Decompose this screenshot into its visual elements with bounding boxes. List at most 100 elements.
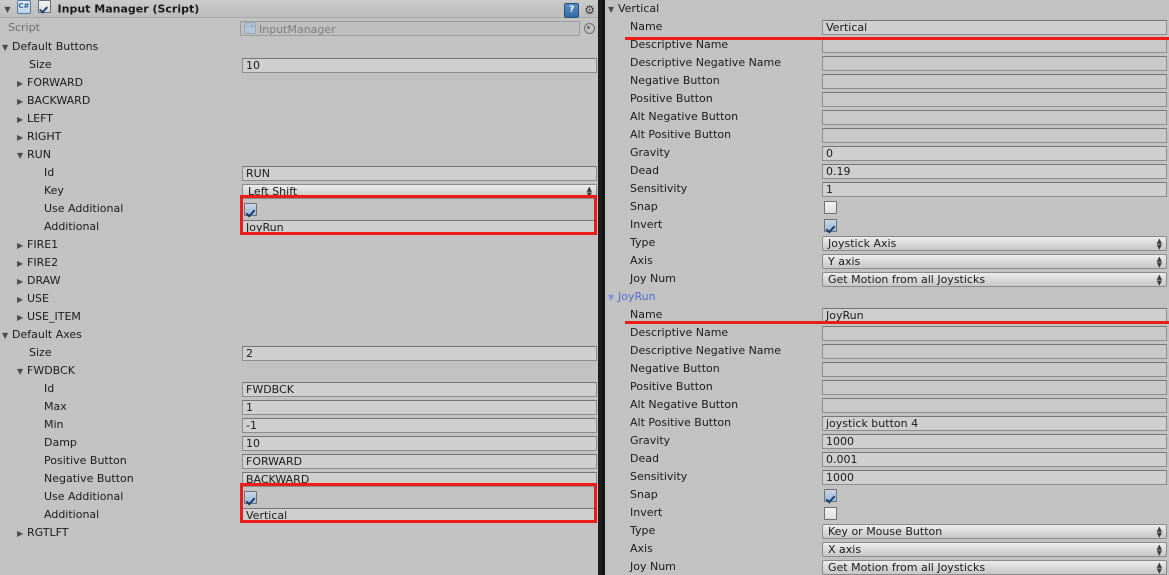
- chevron-down-icon[interactable]: [608, 1, 618, 19]
- fwdbck-id-field[interactable]: FWDBCK: [242, 382, 597, 397]
- chevron-down-icon[interactable]: [17, 147, 27, 165]
- run-additional-field[interactable]: JoyRun: [242, 220, 597, 235]
- chevron-right-icon[interactable]: [17, 93, 27, 111]
- chevron-updown-icon: ▲ ▼: [1156, 237, 1162, 251]
- chevron-right-icon[interactable]: [17, 291, 27, 309]
- joyrun-name-field[interactable]: JoyRun: [822, 308, 1167, 323]
- chevron-right-icon[interactable]: [17, 255, 27, 273]
- joyrun-joy-num-dropdown[interactable]: Get Motion from all Joysticks ▲ ▼: [822, 560, 1167, 575]
- gear-icon[interactable]: ⚙: [584, 4, 595, 16]
- component-header[interactable]: ▼ Input Manager (Script) ⚙: [0, 0, 598, 18]
- axis-section-name: Vertical: [618, 2, 660, 15]
- button-item-forward[interactable]: FORWARD: [0, 74, 598, 92]
- joyrun-alt-negative-button-label: Alt Negative Button: [630, 398, 739, 411]
- fwdbck-max-field[interactable]: 1: [242, 400, 597, 415]
- joyrun-alt-positive-button-field[interactable]: joystick button 4: [822, 416, 1167, 431]
- default-axes-size-row: Size 2: [0, 344, 598, 362]
- chevron-right-icon[interactable]: [17, 525, 27, 543]
- joyrun-axis-dropdown[interactable]: X axis ▲ ▼: [822, 542, 1167, 557]
- vertical-descriptive-negative-name-label: Descriptive Negative Name: [630, 56, 782, 69]
- joyrun-type-dropdown[interactable]: Key or Mouse Button ▲ ▼: [822, 524, 1167, 539]
- component-foldout-icon[interactable]: ▼: [2, 1, 13, 18]
- vertical-negative-button-field[interactable]: [822, 74, 1167, 89]
- vertical-descriptive-negative-name-field[interactable]: [822, 56, 1167, 71]
- default-buttons-foldout[interactable]: Default Buttons: [0, 38, 598, 56]
- joyrun-gravity-field[interactable]: 1000: [822, 434, 1167, 449]
- run-use-additional-checkbox[interactable]: [244, 203, 257, 216]
- joyrun-alt-negative-button-field[interactable]: [822, 398, 1167, 413]
- button-item-right[interactable]: RIGHT: [0, 128, 598, 146]
- vertical-snap-checkbox[interactable]: [824, 201, 837, 214]
- vertical-type-dropdown[interactable]: Joystick Axis ▲ ▼: [822, 236, 1167, 251]
- size-field[interactable]: 10: [242, 58, 597, 73]
- fwdbck-use-additional-checkbox[interactable]: [244, 491, 257, 504]
- button-item-run[interactable]: RUN: [0, 146, 598, 164]
- joyrun-sensitivity-field[interactable]: 1000: [822, 470, 1167, 485]
- vertical-alt-positive-button-field[interactable]: [822, 128, 1167, 143]
- fwdbck-damp-field[interactable]: 10: [242, 436, 597, 451]
- joyrun-descriptive-name-field[interactable]: [822, 326, 1167, 341]
- joyrun-name-label: Name: [630, 308, 663, 321]
- axes-size-field[interactable]: 2: [242, 346, 597, 361]
- chevron-down-icon[interactable]: [608, 289, 618, 307]
- button-item-use-item[interactable]: USE_ITEM: [0, 308, 598, 326]
- fwdbck-min-field[interactable]: -1: [242, 418, 597, 433]
- fwdbck-additional-row: Additional Vertical: [0, 506, 598, 524]
- vertical-positive-button-field[interactable]: [822, 92, 1167, 107]
- vertical-axis-dropdown[interactable]: Y axis ▲ ▼: [822, 254, 1167, 269]
- button-item-fire1[interactable]: FIRE1: [0, 236, 598, 254]
- chevron-right-icon[interactable]: [17, 273, 27, 291]
- chevron-right-icon[interactable]: [17, 75, 27, 93]
- vertical-sensitivity-field[interactable]: 1: [822, 182, 1167, 197]
- vertical-alt-negative-button-field[interactable]: [822, 110, 1167, 125]
- vertical-invert-checkbox[interactable]: [824, 219, 837, 232]
- component-enabled-checkbox[interactable]: [37, 0, 51, 13]
- joyrun-snap-label: Snap: [630, 488, 658, 501]
- fwdbck-additional-field[interactable]: Vertical: [242, 508, 597, 523]
- chevron-down-icon[interactable]: [2, 39, 12, 57]
- joyrun-dead-field[interactable]: 0.001: [822, 452, 1167, 467]
- script-object-field[interactable]: InputManager: [240, 21, 580, 36]
- chevron-right-icon[interactable]: [17, 111, 27, 129]
- chevron-down-icon[interactable]: [2, 327, 12, 345]
- chevron-right-icon[interactable]: [17, 309, 27, 327]
- vertical-descriptive-name-field[interactable]: [822, 38, 1167, 53]
- axis-section-vertical[interactable]: Vertical: [602, 0, 1169, 18]
- object-picker-icon[interactable]: [584, 23, 595, 34]
- vertical-descriptive-name-label: Descriptive Name: [630, 38, 729, 51]
- button-item-draw[interactable]: DRAW: [0, 272, 598, 290]
- fwdbck-positive-button-field[interactable]: FORWARD: [242, 454, 597, 469]
- joyrun-snap-checkbox[interactable]: [824, 489, 837, 502]
- vertical-axis-label: Axis: [630, 254, 653, 267]
- chevron-right-icon[interactable]: [17, 237, 27, 255]
- default-axes-foldout[interactable]: Default Axes: [0, 326, 598, 344]
- vertical-gravity-field[interactable]: 0: [822, 146, 1167, 161]
- fwdbck-negative-button-field[interactable]: BACKWARD: [242, 472, 597, 487]
- joyrun-negative-button-field[interactable]: [822, 362, 1167, 377]
- chevron-right-icon[interactable]: [17, 129, 27, 147]
- button-item-fire2[interactable]: FIRE2: [0, 254, 598, 272]
- button-item-backward[interactable]: BACKWARD: [0, 92, 598, 110]
- default-buttons-size-row: Size 10: [0, 56, 598, 74]
- help-icon[interactable]: [564, 2, 580, 18]
- vertical-descriptive-negative-name-row: Descriptive Negative Name: [602, 54, 1169, 72]
- axes-size-label: Size: [29, 346, 52, 359]
- joyrun-positive-button-field[interactable]: [822, 380, 1167, 395]
- joyrun-descriptive-negative-name-field[interactable]: [822, 344, 1167, 359]
- chevron-updown-icon: ▲ ▼: [1156, 561, 1162, 575]
- chevron-down-icon[interactable]: [17, 363, 27, 381]
- axis-item-fwdbck[interactable]: FWDBCK: [0, 362, 598, 380]
- vertical-name-field[interactable]: Vertical: [822, 20, 1167, 35]
- axis-item-rgtlft[interactable]: RGTLFT: [0, 524, 598, 542]
- button-item-label: DRAW: [27, 274, 61, 287]
- axis-section-joyrun[interactable]: JoyRun: [602, 288, 1169, 306]
- button-item-use[interactable]: USE: [0, 290, 598, 308]
- run-key-dropdown[interactable]: Left Shift ▲ ▼: [242, 184, 597, 199]
- joyrun-invert-checkbox[interactable]: [824, 507, 837, 520]
- run-id-field[interactable]: RUN: [242, 166, 597, 181]
- vertical-joy-num-dropdown[interactable]: Get Motion from all Joysticks ▲ ▼: [822, 272, 1167, 287]
- button-item-label: USE: [27, 292, 49, 305]
- button-item-left[interactable]: LEFT: [0, 110, 598, 128]
- vertical-dead-field[interactable]: 0.19: [822, 164, 1167, 179]
- chevron-updown-icon: ▲ ▼: [1156, 543, 1162, 557]
